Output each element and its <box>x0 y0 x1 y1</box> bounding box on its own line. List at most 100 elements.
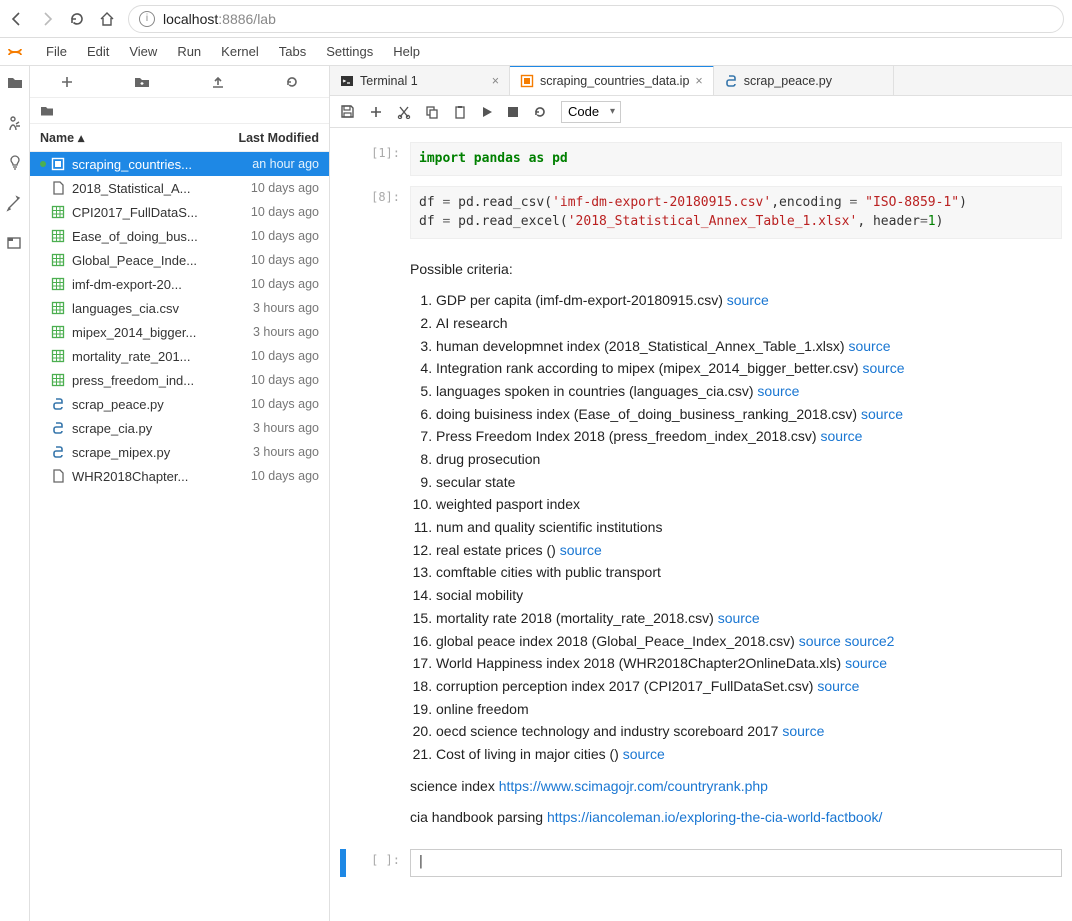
commands-icon[interactable] <box>6 154 24 172</box>
file-modified: 10 days ago <box>224 469 319 483</box>
tabs-icon[interactable] <box>6 234 24 252</box>
new-launcher-button[interactable] <box>60 75 74 89</box>
file-modified: 3 hours ago <box>224 301 319 315</box>
back-button[interactable] <box>8 10 26 28</box>
file-modified: 10 days ago <box>224 349 319 363</box>
file-row[interactable]: WHR2018Chapter...10 days ago <box>30 464 329 488</box>
cell-prompt: [8]: <box>340 186 410 239</box>
file-row[interactable]: press_freedom_ind...10 days ago <box>30 368 329 392</box>
file-row[interactable]: Global_Peace_Inde...10 days ago <box>30 248 329 272</box>
markdown-cell[interactable]: Possible criteria:GDP per capita (imf-dm… <box>340 249 1062 840</box>
file-name: press_freedom_ind... <box>72 373 224 388</box>
info-icon: i <box>139 11 155 27</box>
code-cell[interactable]: [8]: df = pd.read_csv('imf-dm-export-201… <box>340 186 1062 239</box>
folder-icon[interactable] <box>6 74 24 92</box>
code-content[interactable]: import pandas as pd <box>410 142 1062 176</box>
file-row[interactable]: scraping_countries...an hour ago <box>30 152 329 176</box>
cut-button[interactable] <box>397 105 411 119</box>
menu-help[interactable]: Help <box>383 40 430 63</box>
menu-view[interactable]: View <box>119 40 167 63</box>
file-row[interactable]: mipex_2014_bigger...3 hours ago <box>30 320 329 344</box>
file-modified: 10 days ago <box>224 229 319 243</box>
running-icon[interactable] <box>6 114 24 132</box>
notebook-toolbar: Code <box>330 96 1072 128</box>
tab[interactable]: Terminal 1× <box>330 66 510 95</box>
file-name: scrap_peace.py <box>72 397 224 412</box>
file-modified: 10 days ago <box>224 205 319 219</box>
close-icon[interactable]: × <box>492 74 499 88</box>
file-name: Ease_of_doing_bus... <box>72 229 224 244</box>
term-tab-icon <box>340 74 354 88</box>
main-area: Terminal 1×scraping_countries_data.ip×sc… <box>330 66 1072 921</box>
file-row[interactable]: imf-dm-export-20...10 days ago <box>30 272 329 296</box>
file-file-icon <box>50 180 66 196</box>
code-content[interactable]: df = pd.read_csv('imf-dm-export-20180915… <box>410 186 1062 239</box>
file-row[interactable]: scrape_mipex.py3 hours ago <box>30 440 329 464</box>
forward-button[interactable] <box>38 10 56 28</box>
py-file-icon <box>50 444 66 460</box>
cell-selection-bar <box>340 849 346 877</box>
code-input[interactable]: | <box>410 849 1062 877</box>
file-row[interactable]: languages_cia.csv3 hours ago <box>30 296 329 320</box>
running-dot-icon <box>40 161 46 167</box>
menu-tabs[interactable]: Tabs <box>269 40 316 63</box>
tab[interactable]: scrap_peace.py <box>714 66 894 95</box>
file-row[interactable]: CPI2017_FullDataS...10 days ago <box>30 200 329 224</box>
cell-prompt: [1]: <box>340 142 410 176</box>
csv-file-icon <box>50 372 66 388</box>
tab-bar: Terminal 1×scraping_countries_data.ip×sc… <box>330 66 1072 96</box>
cell-prompt: [ ]: <box>348 849 410 877</box>
home-button[interactable] <box>98 10 116 28</box>
file-row[interactable]: mortality_rate_201...10 days ago <box>30 344 329 368</box>
copy-button[interactable] <box>425 105 439 119</box>
csv-file-icon <box>50 348 66 364</box>
csv-file-icon <box>50 276 66 292</box>
menu-settings[interactable]: Settings <box>316 40 383 63</box>
run-button[interactable] <box>481 105 493 119</box>
activity-bar <box>0 66 30 921</box>
file-row[interactable]: Ease_of_doing_bus...10 days ago <box>30 224 329 248</box>
file-modified: 10 days ago <box>224 373 319 387</box>
settings-icon[interactable] <box>6 194 24 212</box>
stop-button[interactable] <box>507 106 519 118</box>
menu-edit[interactable]: Edit <box>77 40 119 63</box>
cell-type-select[interactable]: Code <box>561 101 621 123</box>
breadcrumb[interactable] <box>30 98 329 124</box>
file-modified: an hour ago <box>224 157 319 171</box>
insert-cell-button[interactable] <box>369 105 383 119</box>
file-modified: 10 days ago <box>224 397 319 411</box>
tab[interactable]: scraping_countries_data.ip × <box>510 66 714 95</box>
save-button[interactable] <box>340 104 355 119</box>
new-folder-button[interactable] <box>134 75 150 89</box>
refresh-button[interactable] <box>285 75 299 89</box>
reload-button[interactable] <box>68 10 86 28</box>
menu-kernel[interactable]: Kernel <box>211 40 269 63</box>
empty-code-cell[interactable]: [ ]: | <box>340 849 1062 877</box>
file-modified: 10 days ago <box>224 277 319 291</box>
upload-button[interactable] <box>211 75 225 89</box>
close-icon[interactable]: × <box>695 74 702 88</box>
paste-button[interactable] <box>453 105 467 119</box>
file-modified: 10 days ago <box>224 253 319 267</box>
file-name: 2018_Statistical_A... <box>72 181 224 196</box>
menu-run[interactable]: Run <box>167 40 211 63</box>
file-row[interactable]: scrape_cia.py3 hours ago <box>30 416 329 440</box>
file-name: Global_Peace_Inde... <box>72 253 224 268</box>
menu-file[interactable]: File <box>36 40 77 63</box>
tab-label: scraping_countries_data.ip <box>540 74 689 88</box>
file-browser: Name ▴ Last Modified scraping_countries.… <box>30 66 330 921</box>
csv-file-icon <box>50 204 66 220</box>
csv-file-icon <box>50 300 66 316</box>
file-row[interactable]: 2018_Statistical_A...10 days ago <box>30 176 329 200</box>
address-bar[interactable]: i localhost:8886/lab <box>128 5 1064 33</box>
file-browser-toolbar <box>30 66 329 98</box>
file-file-icon <box>50 468 66 484</box>
csv-file-icon <box>50 324 66 340</box>
code-cell[interactable]: [1]: import pandas as pd <box>340 142 1062 176</box>
tab-label: scrap_peace.py <box>744 74 832 88</box>
restart-button[interactable] <box>533 105 547 119</box>
file-browser-header[interactable]: Name ▴ Last Modified <box>30 124 329 152</box>
jupyter-logo-icon <box>6 43 24 61</box>
nb-file-icon <box>50 156 66 172</box>
file-row[interactable]: scrap_peace.py10 days ago <box>30 392 329 416</box>
